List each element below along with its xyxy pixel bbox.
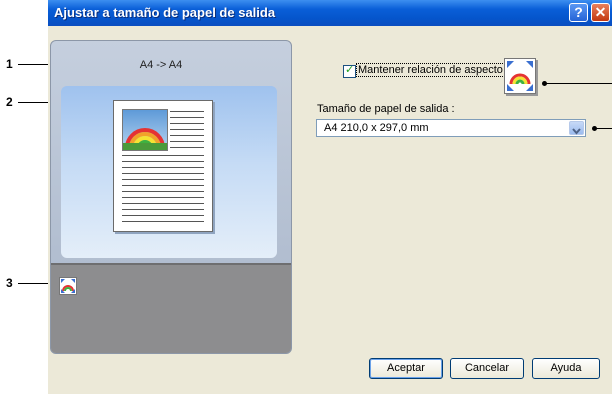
dialog-window: Ajustar a tamaño de papel de salida ? ✕ …	[48, 0, 612, 394]
text-lines-short	[170, 111, 204, 153]
check-icon: ✓	[345, 63, 355, 76]
keep-aspect-label[interactable]: Mantener relación de aspecto	[356, 63, 505, 77]
help-button[interactable]: Ayuda	[532, 358, 600, 379]
dialog-title: Ajustar a tamaño de papel de salida	[54, 5, 276, 20]
rainbow-image-icon	[122, 109, 168, 151]
chevron-down-icon[interactable]	[569, 121, 584, 135]
help-title-button[interactable]: ?	[569, 3, 588, 22]
size-conversion-label: A4 -> A4	[139, 59, 183, 71]
callout-2: 2	[6, 95, 13, 109]
fit-page-small-icon	[59, 277, 77, 295]
callout-aspect-line	[546, 83, 612, 84]
cancel-button[interactable]: Cancelar	[450, 358, 524, 379]
callout-1: 1	[6, 57, 13, 71]
preview-panel: A4 -> A4	[50, 40, 292, 354]
page-preview-area	[61, 86, 277, 258]
paper-preview	[113, 100, 213, 232]
close-button[interactable]: ✕	[591, 3, 610, 22]
output-size-select[interactable]: A4 210,0 x 297,0 mm	[316, 119, 586, 137]
callout-select-line	[596, 128, 612, 129]
callout-3: 3	[6, 276, 13, 290]
output-size-value: A4 210,0 x 297,0 mm	[324, 122, 429, 134]
keep-aspect-checkbox[interactable]: ✓	[343, 63, 356, 78]
accept-button[interactable]: Aceptar	[369, 358, 443, 379]
preview-lower-area	[51, 263, 291, 353]
aspect-ratio-icon	[504, 58, 536, 94]
title-bar[interactable]: Ajustar a tamaño de papel de salida ? ✕	[48, 0, 612, 26]
output-size-label: Tamaño de papel de salida :	[317, 103, 455, 115]
text-lines-long	[122, 155, 204, 227]
